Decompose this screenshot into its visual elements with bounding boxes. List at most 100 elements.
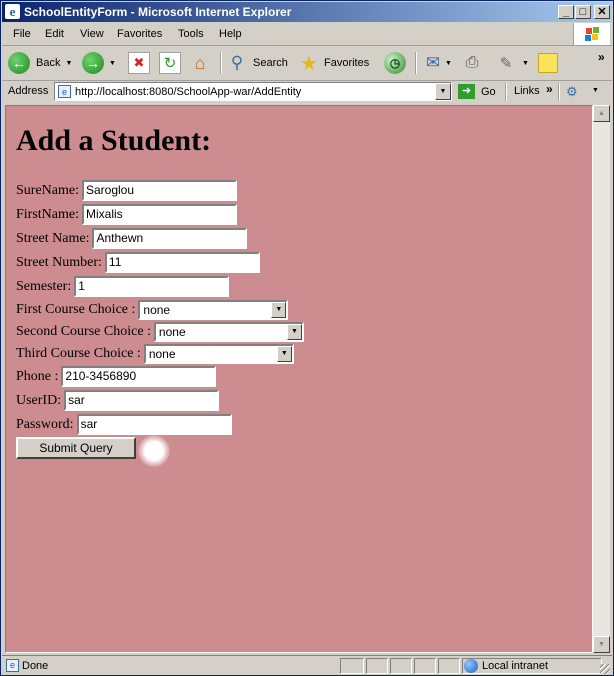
street-number-input[interactable]: 11 xyxy=(104,252,260,273)
third-course-label: Third Course Choice : xyxy=(16,346,141,361)
home-icon: ⌂ xyxy=(194,52,206,73)
third-course-select[interactable]: none ▼ xyxy=(143,344,294,364)
maximize-button[interactable]: □ xyxy=(575,5,591,19)
home-button[interactable]: ⌂ xyxy=(190,50,210,76)
status-panel xyxy=(438,658,460,674)
menu-favorites[interactable]: Favorites xyxy=(117,28,162,40)
address-bar: Address e http://localhost:8080/SchoolAp… xyxy=(2,81,612,103)
standard-toolbar: ← Back ▼ → ▼ ✖ ↻ ⌂ ⚲ Search ★ Favorites … xyxy=(2,46,612,81)
third-course-row: Third Course Choice : none ▼ xyxy=(16,344,294,364)
surname-row: SureName: Saroglou xyxy=(16,180,237,201)
address-separator xyxy=(505,83,507,101)
first-course-label: First Course Choice : xyxy=(16,302,136,317)
windows-logo-icon xyxy=(573,23,610,45)
stop-icon: ✖ xyxy=(128,52,150,74)
refresh-button[interactable]: ↻ xyxy=(159,50,181,76)
favorites-star-icon: ★ xyxy=(300,52,318,75)
go-arrow-icon: ➜ xyxy=(458,84,475,99)
street-number-label: Street Number: xyxy=(16,254,102,270)
close-button[interactable]: ✕ xyxy=(594,5,610,19)
page-icon: e xyxy=(58,85,71,98)
first-course-dropdown-icon[interactable]: ▼ xyxy=(271,302,287,318)
street-name-label: Street Name: xyxy=(16,230,90,246)
note-icon xyxy=(538,53,558,73)
address-url[interactable]: http://localhost:8080/SchoolApp-war/AddE… xyxy=(75,86,301,98)
phone-label: Phone : xyxy=(16,368,59,384)
back-arrow-icon: ← xyxy=(8,52,30,74)
title-bar[interactable]: e SchoolEntityForm - Microsoft Internet … xyxy=(2,2,612,22)
first-course-select[interactable]: none ▼ xyxy=(138,300,289,320)
back-dropdown-icon[interactable]: ▼ xyxy=(65,60,72,67)
status-panel xyxy=(340,658,364,674)
history-button[interactable]: ◷ xyxy=(384,50,406,76)
zone-text: Local intranet xyxy=(482,660,549,672)
status-text: Done xyxy=(22,660,49,672)
first-course-row: First Course Choice : none ▼ xyxy=(16,300,289,320)
minimize-button[interactable]: _ xyxy=(558,5,574,19)
cursor-glow xyxy=(138,435,170,467)
favorites-label: Favorites xyxy=(324,57,370,69)
surname-input[interactable]: Saroglou xyxy=(81,180,237,201)
messenger-button[interactable] xyxy=(538,50,558,76)
toolbar-separator xyxy=(415,52,417,74)
password-label: Password: xyxy=(16,416,74,432)
address-separator xyxy=(558,83,560,101)
menu-tools[interactable]: Tools xyxy=(178,28,204,40)
edit-dropdown-icon[interactable]: ▼ xyxy=(522,60,529,67)
go-button[interactable]: ➜ Go xyxy=(458,84,496,99)
back-button[interactable]: ← Back ▼ xyxy=(8,50,72,76)
second-course-value: none xyxy=(158,325,186,339)
refresh-icon: ↻ xyxy=(159,52,181,74)
stop-button[interactable]: ✖ xyxy=(128,50,150,76)
address-input[interactable]: e http://localhost:8080/SchoolApp-war/Ad… xyxy=(54,82,452,101)
forward-dropdown-icon[interactable]: ▼ xyxy=(109,60,116,67)
forward-arrow-icon: → xyxy=(82,52,104,74)
ie-logo-icon: e xyxy=(5,4,20,19)
vertical-scrollbar[interactable]: ▲ ▼ xyxy=(593,105,610,653)
page-content: Add a Student: SureName: Saroglou FirstN… xyxy=(5,105,593,653)
menu-file[interactable]: File xyxy=(13,28,31,40)
street-number-row: Street Number: 11 xyxy=(16,252,260,273)
extension-dropdown-icon[interactable]: ▼ xyxy=(592,87,599,94)
edit-button[interactable]: ✎ ▼ xyxy=(496,50,529,76)
toolbar-overflow-chevron-icon[interactable]: » xyxy=(598,50,605,64)
mail-dropdown-icon[interactable]: ▼ xyxy=(445,60,452,67)
address-dropdown-icon[interactable]: ▼ xyxy=(435,83,451,100)
scroll-down-button[interactable]: ▼ xyxy=(593,636,610,653)
toolbar-separator xyxy=(220,52,222,74)
second-course-dropdown-icon[interactable]: ▼ xyxy=(286,324,302,340)
userid-input[interactable]: sar xyxy=(64,390,220,411)
phone-input[interactable]: 210-3456890 xyxy=(61,366,217,387)
userid-label: UserID: xyxy=(16,392,62,408)
status-panel xyxy=(414,658,436,674)
second-course-label: Second Course Choice : xyxy=(16,324,151,339)
firstname-label: FirstName: xyxy=(16,206,79,222)
firstname-input[interactable]: Mixalis xyxy=(82,204,237,225)
browser-window: e SchoolEntityForm - Microsoft Internet … xyxy=(0,0,614,676)
semester-label: Semester: xyxy=(16,278,72,294)
toolbar-extension-icon[interactable]: ⚙ xyxy=(566,84,578,100)
menu-view[interactable]: View xyxy=(80,28,104,40)
search-button[interactable]: ⚲ Search xyxy=(227,50,288,76)
third-course-dropdown-icon[interactable]: ▼ xyxy=(276,346,292,362)
window-title: SchoolEntityForm - Microsoft Internet Ex… xyxy=(24,5,292,19)
menu-edit[interactable]: Edit xyxy=(45,28,64,40)
password-input[interactable]: sar xyxy=(76,414,232,435)
forward-button[interactable]: → ▼ xyxy=(82,50,116,76)
address-label: Address xyxy=(8,85,49,97)
second-course-row: Second Course Choice : none ▼ xyxy=(16,322,304,342)
links-chevron-icon[interactable]: » xyxy=(546,82,553,96)
mail-button[interactable]: ✉ ▼ xyxy=(423,50,452,76)
firstname-row: FirstName: Mixalis xyxy=(16,204,237,225)
resize-grip[interactable] xyxy=(600,664,610,674)
street-name-input[interactable]: Anthewn xyxy=(92,228,248,249)
history-icon: ◷ xyxy=(384,52,406,74)
submit-query-button[interactable]: Submit Query xyxy=(16,437,136,459)
scroll-up-button[interactable]: ▲ xyxy=(593,105,610,122)
links-button[interactable]: Links xyxy=(514,85,540,97)
print-button[interactable]: ⎙ xyxy=(462,50,482,76)
semester-input[interactable]: 1 xyxy=(74,276,230,297)
favorites-button[interactable]: ★ Favorites xyxy=(299,50,369,76)
menu-help[interactable]: Help xyxy=(219,28,242,40)
second-course-select[interactable]: none ▼ xyxy=(153,322,304,342)
